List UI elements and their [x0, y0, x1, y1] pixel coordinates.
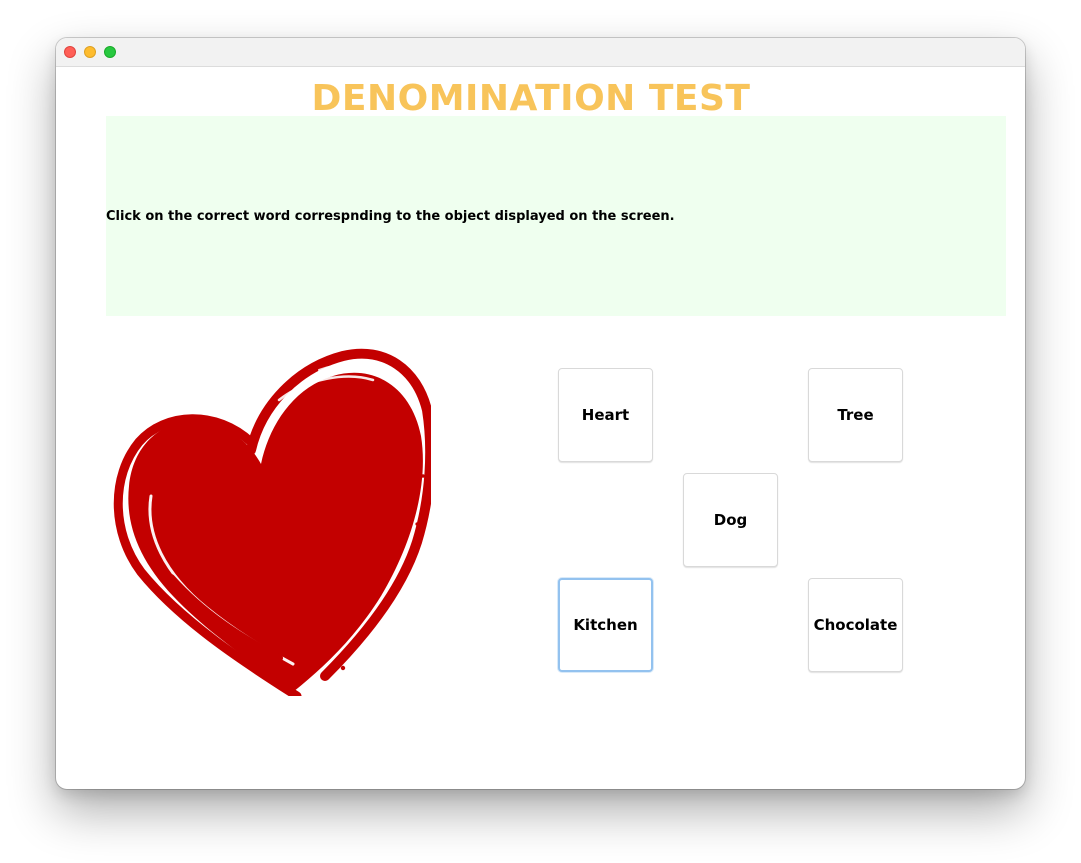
- answer-kitchen-button[interactable]: Kitchen: [558, 578, 653, 672]
- answer-dog-button[interactable]: Dog: [683, 473, 778, 567]
- heart-icon: [113, 348, 431, 696]
- instructions-container: Click on the correct word correspnding t…: [106, 116, 1006, 316]
- instructions-text: Click on the correct word correspnding t…: [106, 209, 675, 224]
- minimize-icon[interactable]: [84, 46, 96, 58]
- zoom-icon[interactable]: [104, 46, 116, 58]
- heart-image: [113, 348, 431, 696]
- close-icon[interactable]: [64, 46, 76, 58]
- app-window: DENOMINATION TEST Click on the correct w…: [56, 38, 1025, 789]
- answer-chocolate-button[interactable]: Chocolate: [808, 578, 903, 672]
- page-title: DENOMINATION TEST: [311, 78, 751, 119]
- answer-heart-button[interactable]: Heart: [558, 368, 653, 462]
- answer-tree-button[interactable]: Tree: [808, 368, 903, 462]
- title-bar: [56, 38, 1025, 67]
